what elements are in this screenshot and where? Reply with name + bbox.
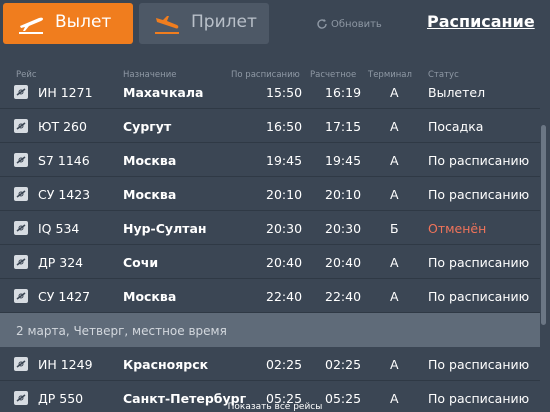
airline-logo-icon <box>14 119 28 133</box>
terminal: А <box>390 85 399 100</box>
column-header-estimated[interactable]: Расчетное <box>310 70 356 80</box>
flight-status: По расписанию <box>428 289 530 304</box>
flight-status: Посадка <box>428 119 484 134</box>
estimated-time: 02:25 <box>325 357 362 372</box>
flight-destination: Москва <box>123 153 177 168</box>
scheduled-time: 02:25 <box>266 357 303 372</box>
terminal: А <box>390 119 399 134</box>
scheduled-time: 20:30 <box>266 221 303 236</box>
column-header-destination[interactable]: Назначение <box>123 70 176 80</box>
flight-number: СУ 1423 <box>38 187 91 202</box>
terminal: А <box>390 255 399 270</box>
flight-destination: Москва <box>123 289 177 304</box>
flight-number: IQ 534 <box>38 221 80 236</box>
terminal: А <box>390 153 399 168</box>
flight-number: S7 1146 <box>38 153 90 168</box>
flight-row[interactable]: СУ 1427 Москва 22:40 22:40 А По расписанию <box>0 279 540 313</box>
flight-destination: Сургут <box>123 119 172 134</box>
date-separator: 2 марта, Четверг, местное время <box>0 313 540 347</box>
date-separator-label: 2 марта, Четверг, местное время <box>16 324 227 338</box>
flight-destination: Нур-Султан <box>123 221 207 236</box>
airline-logo-icon <box>14 255 28 269</box>
scheduled-time: 15:50 <box>266 85 303 100</box>
flight-number: ИН 1271 <box>38 85 93 100</box>
estimated-time: 16:19 <box>325 85 362 100</box>
airline-logo-icon <box>14 153 28 167</box>
flight-row[interactable]: ЮТ 260 Сургут 16:50 17:15 А Посадка <box>0 109 540 143</box>
terminal: А <box>390 187 399 202</box>
flight-status: По расписанию <box>428 255 530 270</box>
flight-row[interactable]: СУ 1423 Москва 20:10 20:10 А По расписанию <box>0 177 540 211</box>
airline-logo-icon <box>14 221 28 235</box>
estimated-time: 20:40 <box>325 255 362 270</box>
airline-logo-icon <box>14 357 28 371</box>
airline-logo-icon <box>14 85 28 99</box>
refresh-label: Обновить <box>331 18 382 30</box>
flight-destination: Красноярск <box>123 357 209 372</box>
scrollbar-thumb[interactable] <box>541 125 546 325</box>
airline-logo-icon <box>14 289 28 303</box>
arrival-plane-icon <box>155 16 179 34</box>
header: Вылет Прилет Обновить Расписание <box>0 0 550 60</box>
estimated-time: 20:30 <box>325 221 362 236</box>
flight-row[interactable]: ИН 1271 Махачкала 15:50 16:19 А Вылетел <box>0 84 540 109</box>
flight-status: Вылетел <box>428 85 486 100</box>
flight-status: По расписанию <box>428 153 530 168</box>
scheduled-time: 20:40 <box>266 255 303 270</box>
show-all-flights-link[interactable]: Показать все рейсы <box>0 402 550 412</box>
flight-number: ЮТ 260 <box>38 119 87 134</box>
flight-status: По расписанию <box>428 187 530 202</box>
refresh-icon <box>317 19 327 29</box>
flight-row[interactable]: S7 1146 Москва 19:45 19:45 А По расписанию <box>0 143 540 177</box>
terminal: А <box>390 357 399 372</box>
scheduled-time: 20:10 <box>266 187 303 202</box>
flight-destination: Махачкала <box>123 85 204 100</box>
column-header-scheduled[interactable]: По расписанию <box>231 70 300 80</box>
flight-number: ДР 324 <box>38 255 84 270</box>
scheduled-time: 16:50 <box>266 119 303 134</box>
flight-row[interactable]: ИН 1249 Красноярск 02:25 02:25 А По расписани… <box>0 347 540 381</box>
tab-departures-label: Вылет <box>55 12 112 32</box>
terminal: Б <box>390 221 399 236</box>
flight-number: СУ 1427 <box>38 289 91 304</box>
estimated-time: 20:10 <box>325 187 362 202</box>
column-header-terminal[interactable]: Терминал <box>368 70 412 80</box>
flights-table: ИН 1271 Махачкала 15:50 16:19 А Вылетел ЮТ 260… <box>0 84 540 412</box>
flight-destination: Москва <box>123 187 177 202</box>
tab-arrivals[interactable]: Прилет <box>139 3 269 44</box>
refresh-button[interactable]: Обновить <box>316 18 382 30</box>
flight-destination: Сочи <box>123 255 159 270</box>
estimated-time: 22:40 <box>325 289 362 304</box>
column-header-status[interactable]: Статус <box>428 70 459 80</box>
schedule-link[interactable]: Расписание <box>427 12 535 31</box>
flight-row[interactable]: ДР 324 Сочи 20:40 20:40 А По расписанию <box>0 245 540 279</box>
flight-status: Отменён <box>428 221 487 236</box>
flight-number: ИН 1249 <box>38 357 93 372</box>
tab-departures[interactable]: Вылет <box>3 3 133 44</box>
flight-status: По расписанию <box>428 357 530 372</box>
column-header-flight[interactable]: Рейс <box>16 70 37 80</box>
flight-row[interactable]: IQ 534 Нур-Султан 20:30 20:30 Б Отменён <box>0 211 540 245</box>
airline-logo-icon <box>14 187 28 201</box>
estimated-time: 17:15 <box>325 119 362 134</box>
scheduled-time: 22:40 <box>266 289 303 304</box>
terminal: А <box>390 289 399 304</box>
tab-arrivals-label: Прилет <box>191 12 257 32</box>
estimated-time: 19:45 <box>325 153 362 168</box>
departure-plane-icon <box>19 17 43 34</box>
scheduled-time: 19:45 <box>266 153 303 168</box>
